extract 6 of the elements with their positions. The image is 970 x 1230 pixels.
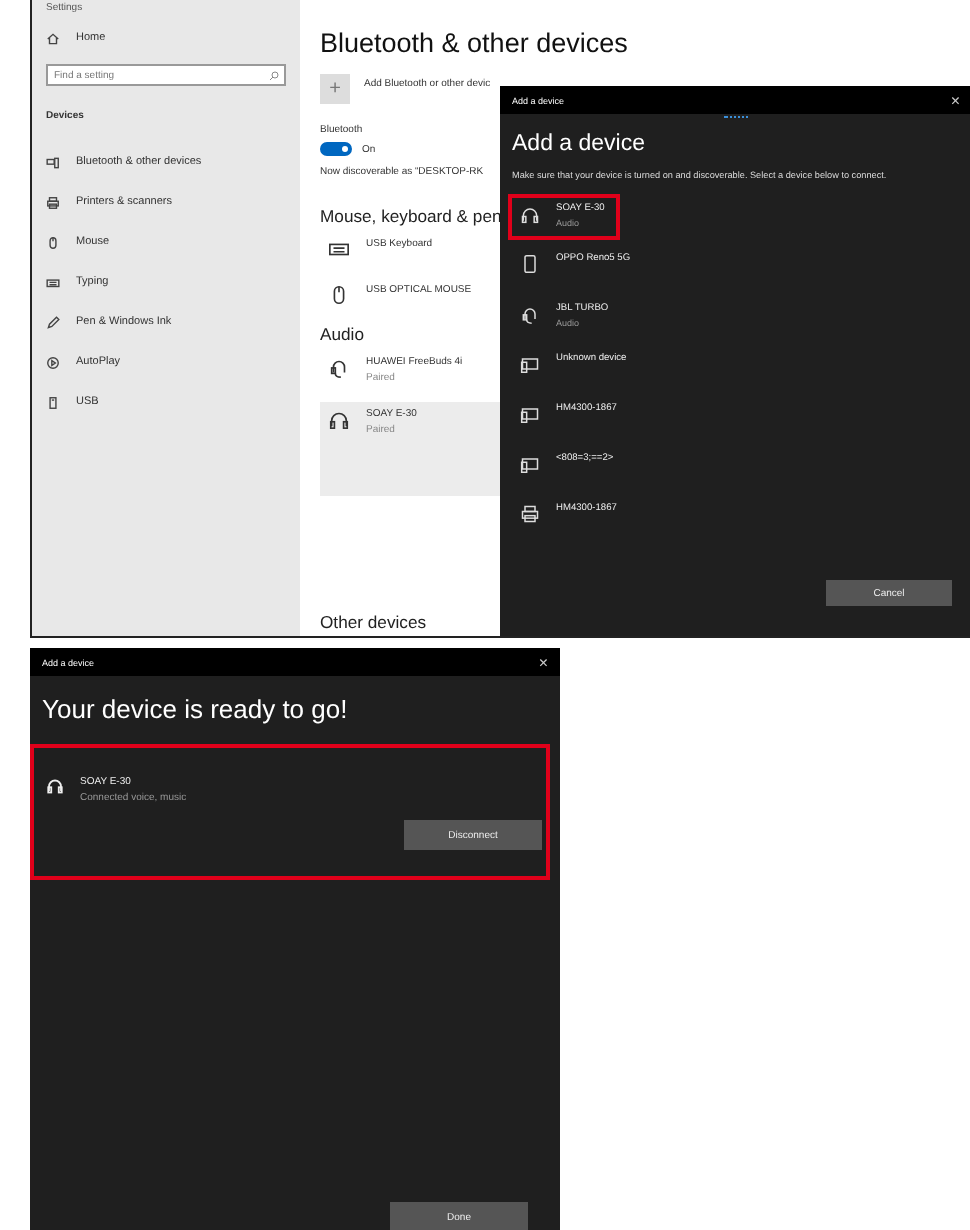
group-heading: Audio xyxy=(320,324,364,344)
dialog-heading: Your device is ready to go! xyxy=(40,692,350,728)
page-title: Bluetooth & other devices xyxy=(320,28,630,58)
dialog-heading: Add a device xyxy=(512,132,647,156)
group-heading: Mouse, keyboard & pen xyxy=(320,206,502,226)
group-heading: Other devices xyxy=(320,612,427,632)
